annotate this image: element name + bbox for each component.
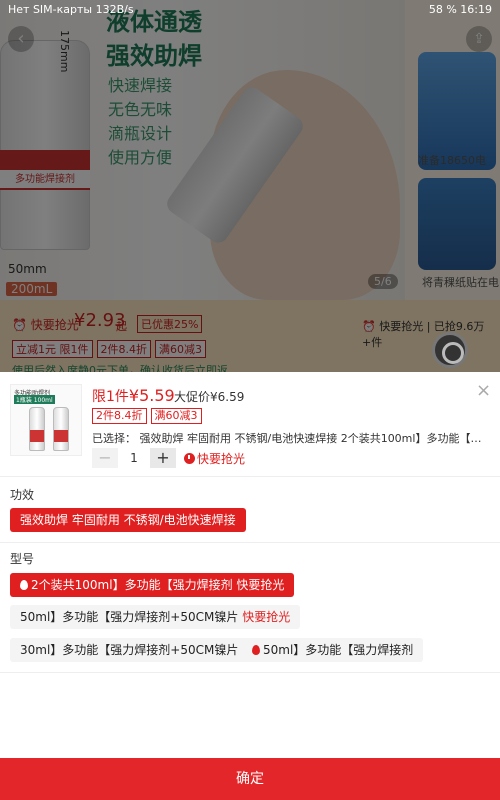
status-left: Нет SIM-карты 132B/s	[8, 3, 134, 16]
hurry-label: 快要抢光	[184, 450, 245, 467]
thumb-bottle-icon	[53, 407, 69, 451]
increase-button[interactable]: +	[150, 448, 176, 468]
offer-tag: 2件8.4折	[92, 408, 147, 424]
fire-icon	[20, 580, 28, 590]
divider	[0, 542, 500, 543]
effect-option[interactable]: 强效助焊 牢固耐用 不锈钢/电池快速焊接	[10, 508, 246, 532]
model-option-4[interactable]: 50ml】多功能【强力焊接剂	[242, 638, 424, 662]
offer-tags: 2件8.4折 满60减3	[92, 408, 202, 424]
fire-icon	[252, 645, 260, 655]
thumb-sub: 1瓶装 100ml	[14, 395, 55, 404]
divider	[0, 476, 500, 477]
model-option-3[interactable]: 30ml】多功能【强力焊接剂+50CM镍片	[10, 638, 249, 662]
quantity-value[interactable]: 1	[118, 451, 150, 465]
quantity-stepper: − 1 + 快要抢光	[92, 448, 245, 468]
selected-summary: 已选择： 强效助焊 牢固耐用 不锈钢/电池快速焊接 2个装共100ml】多功能【…	[92, 432, 492, 445]
offer-tag: 满60减3	[150, 408, 202, 424]
model-option-2[interactable]: 50ml】多功能【强力焊接剂+50CM镍片 快要抢光	[10, 605, 301, 629]
section-model-label: 型号	[10, 552, 35, 566]
limit-price: 限1件¥5.59	[92, 386, 175, 405]
clock-icon	[184, 452, 195, 464]
decrease-button[interactable]: −	[92, 448, 118, 468]
section-effect-label: 功效	[10, 488, 35, 502]
sku-selector-sheet: 多功能助焊剂 1瓶装 100ml 限1件¥5.59 大促价¥6.59 × 2件8…	[0, 372, 500, 800]
product-thumbnail[interactable]: 多功能助焊剂 1瓶装 100ml	[10, 384, 82, 456]
status-right: 58 % 16:19	[428, 3, 492, 16]
thumb-bottle-icon	[29, 407, 45, 451]
floating-target-icon[interactable]	[432, 332, 468, 368]
status-bar: Нет SIM-карты 132B/s 58 % 16:19	[0, 0, 500, 20]
model-option-1[interactable]: 2个装共100ml】多功能【强力焊接剂 快要抢光	[10, 573, 295, 597]
promo-price: 大促价¥6.59	[174, 390, 245, 404]
confirm-button[interactable]: 确定	[0, 758, 500, 800]
close-icon[interactable]: ×	[476, 380, 491, 401]
modal-overlay[interactable]	[0, 0, 500, 372]
divider	[0, 672, 500, 673]
